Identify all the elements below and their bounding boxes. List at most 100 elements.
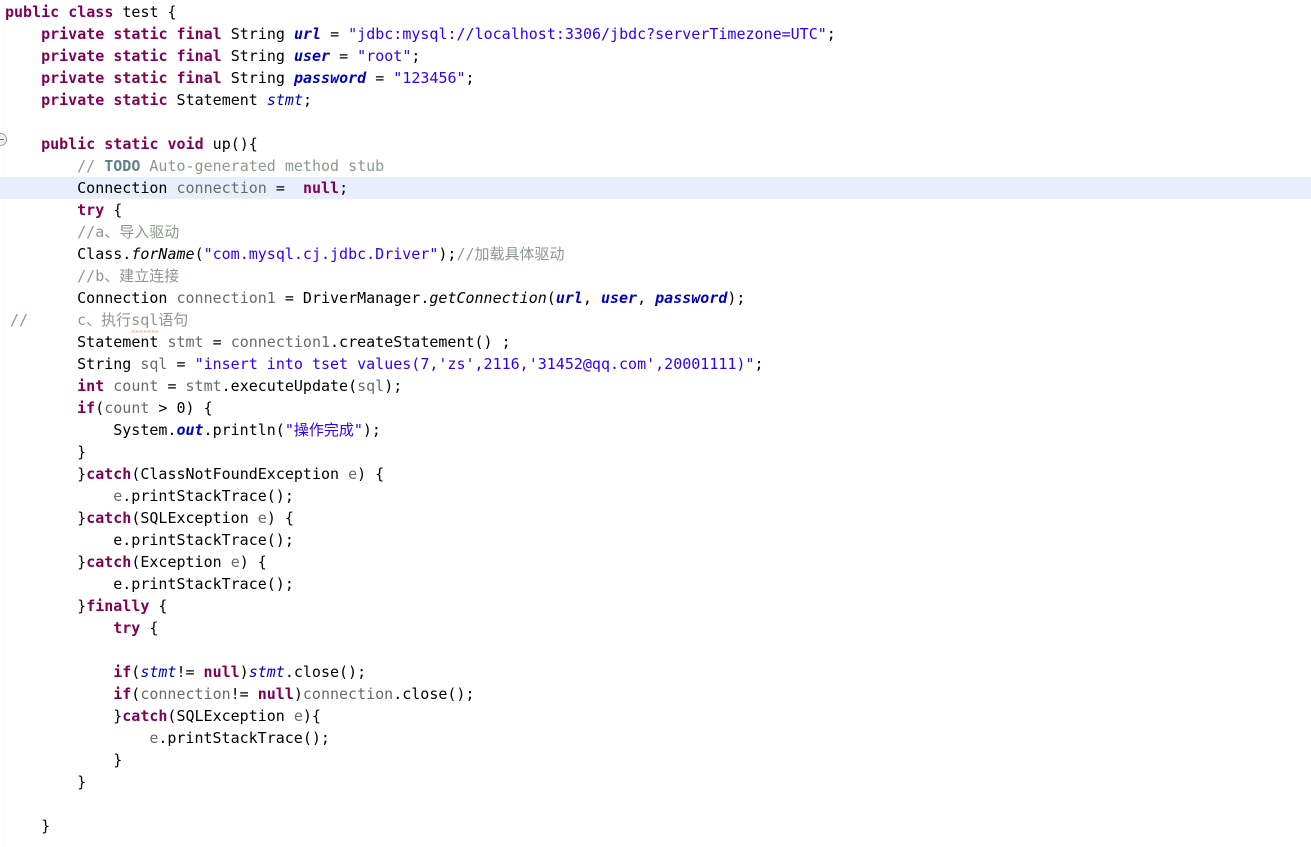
token-kw: null bbox=[203, 663, 240, 681]
token-pln: ( bbox=[546, 289, 556, 307]
token-fldn: stmt bbox=[266, 91, 303, 109]
token-pln: (SQLException bbox=[131, 509, 258, 527]
token-mtd: getConnection bbox=[429, 289, 547, 307]
token-kw: static bbox=[113, 69, 168, 87]
code-line[interactable]: } bbox=[0, 771, 1311, 793]
code-line[interactable]: String sql = "insert into tset values(7,… bbox=[0, 353, 1311, 375]
token-kw: final bbox=[176, 47, 222, 65]
token-loc: e bbox=[149, 729, 159, 747]
code-line[interactable]: e.printStackTrace(); bbox=[0, 485, 1311, 507]
code-line[interactable]: }catch(Exception e) { bbox=[0, 551, 1311, 573]
token-pln: (SQLException bbox=[167, 707, 294, 725]
token-kw: int bbox=[77, 377, 105, 395]
code-line-text: }finally { bbox=[77, 595, 167, 617]
code-line-text: // TODO Auto-generated method stub bbox=[77, 155, 384, 177]
code-line[interactable]: } bbox=[0, 815, 1311, 837]
token-kw: if bbox=[113, 663, 132, 681]
token-pln: .println( bbox=[203, 421, 285, 439]
token-pln: ; bbox=[411, 47, 421, 65]
code-line[interactable] bbox=[0, 639, 1311, 661]
code-line[interactable]: //b、建立连接 bbox=[0, 265, 1311, 287]
token-str: "insert into tset values(7,'zs',2116,'31… bbox=[194, 355, 755, 373]
token-pln: != bbox=[176, 663, 204, 681]
code-line[interactable]: private static final String url = "jdbc:… bbox=[0, 23, 1311, 45]
code-line[interactable]: try { bbox=[0, 617, 1311, 639]
token-loc: e bbox=[230, 553, 240, 571]
token-pln: ( bbox=[194, 245, 204, 263]
token-pln bbox=[59, 3, 68, 21]
code-line[interactable] bbox=[0, 111, 1311, 133]
code-line[interactable]: Statement stmt = connection1.createState… bbox=[0, 331, 1311, 353]
token-loc: e bbox=[257, 509, 267, 527]
code-line[interactable]: public class test { bbox=[0, 1, 1311, 23]
code-line[interactable]: }catch(SQLException e){ bbox=[0, 705, 1311, 727]
token-loc: stmt bbox=[167, 333, 204, 351]
code-content[interactable]: public class test {private static final … bbox=[0, 0, 1311, 837]
code-line[interactable]: Class.forName("com.mysql.cj.jdbc.Driver"… bbox=[0, 243, 1311, 265]
code-line-text: }catch(SQLException e) { bbox=[77, 507, 294, 529]
token-kw: public bbox=[5, 3, 60, 21]
code-line[interactable]: e.printStackTrace(); bbox=[0, 573, 1311, 595]
code-line[interactable]: }finally { bbox=[0, 595, 1311, 617]
token-pln: = DriverManager. bbox=[275, 289, 430, 307]
code-line[interactable]: //a、导入驱动 bbox=[0, 221, 1311, 243]
token-pln: ; bbox=[339, 179, 349, 197]
token-fld: url bbox=[555, 289, 583, 307]
token-loc: count bbox=[113, 377, 159, 395]
token-str: "操作完成" bbox=[284, 421, 363, 439]
code-line[interactable]: }catch(SQLException e) { bbox=[0, 507, 1311, 529]
token-loc: connection bbox=[176, 179, 267, 197]
token-pln bbox=[104, 69, 113, 87]
token-kw: try bbox=[113, 619, 141, 637]
code-line[interactable]: private static final String password = "… bbox=[0, 67, 1311, 89]
token-pln: ( bbox=[95, 399, 105, 417]
token-str: "com.mysql.cj.jdbc.Driver" bbox=[203, 245, 439, 263]
token-pln: } bbox=[113, 751, 123, 769]
code-line[interactable]: } bbox=[0, 749, 1311, 771]
code-line[interactable]: // TODO Auto-generated method stub bbox=[0, 155, 1311, 177]
code-line-text: private static final String password = "… bbox=[41, 67, 475, 89]
code-line[interactable]: Connection connection = null; bbox=[0, 177, 1311, 199]
token-kw: void bbox=[167, 135, 204, 153]
token-kw: static bbox=[104, 135, 159, 153]
code-line[interactable] bbox=[0, 793, 1311, 815]
token-kw: private bbox=[41, 91, 105, 109]
code-line[interactable]: int count = stmt.executeUpdate(sql); bbox=[0, 375, 1311, 397]
code-line[interactable]: e.printStackTrace(); bbox=[0, 529, 1311, 551]
token-pln: Class. bbox=[77, 245, 132, 263]
token-pln: .createStatement() ; bbox=[330, 333, 511, 351]
token-kw: if bbox=[77, 399, 96, 417]
token-pln: , bbox=[582, 289, 601, 307]
token-kw: static bbox=[113, 91, 168, 109]
code-line-text: } bbox=[113, 749, 122, 771]
code-line-text: private static final String user = "root… bbox=[41, 45, 420, 67]
code-line[interactable]: if(stmt!= null)stmt.close(); bbox=[0, 661, 1311, 683]
token-loc: count bbox=[104, 399, 150, 417]
code-line[interactable]: try { bbox=[0, 199, 1311, 221]
code-editor[interactable]: public class test {private static final … bbox=[0, 0, 1311, 847]
code-line[interactable]: e.printStackTrace(); bbox=[0, 727, 1311, 749]
token-str: "123456" bbox=[393, 69, 466, 87]
code-line[interactable]: if(count > 0) { bbox=[0, 397, 1311, 419]
code-line-text: //a、导入驱动 bbox=[77, 221, 179, 243]
code-line[interactable]: }catch(ClassNotFoundException e) { bbox=[0, 463, 1311, 485]
code-line-text: } bbox=[41, 815, 50, 837]
code-line[interactable]: Connection connection1 = DriverManager.g… bbox=[0, 287, 1311, 309]
token-kw: public bbox=[41, 135, 96, 153]
code-line-text: e.printStackTrace(); bbox=[149, 727, 330, 749]
token-pln: ); bbox=[727, 289, 746, 307]
code-line-text: } bbox=[77, 441, 86, 463]
token-cmt: //a、导入驱动 bbox=[77, 223, 180, 241]
code-line[interactable]: public static void up(){ bbox=[0, 133, 1311, 155]
token-mtd: forName bbox=[131, 245, 195, 263]
token-pln: String bbox=[221, 47, 294, 65]
code-line[interactable]: if(connection!= null)connection.close(); bbox=[0, 683, 1311, 705]
token-pln: ) { bbox=[266, 509, 294, 527]
code-line[interactable]: } bbox=[0, 441, 1311, 463]
code-line[interactable]: System.out.println("操作完成"); bbox=[0, 419, 1311, 441]
token-pln bbox=[168, 69, 177, 87]
code-line[interactable]: private static Statement stmt; bbox=[0, 89, 1311, 111]
code-line[interactable]: // c、执行sql语句 bbox=[0, 309, 1311, 333]
token-pln: { bbox=[104, 201, 123, 219]
code-line[interactable]: private static final String user = "root… bbox=[0, 45, 1311, 67]
